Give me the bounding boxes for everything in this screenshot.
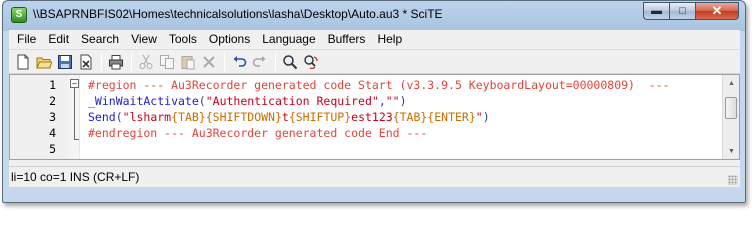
window-title: \\BSAPRNBFIS02\Homes\technicalsolutions\…	[33, 7, 443, 21]
line-number: 4	[49, 126, 56, 140]
paste-icon	[181, 55, 194, 69]
replace-icon	[303, 54, 318, 69]
minimize-button[interactable]: ▬	[643, 2, 669, 20]
line-number: 1	[49, 78, 56, 92]
status-bar: li=10 co=1 INS (CR+LF)	[9, 166, 740, 187]
code-token: "Authentication Required"	[205, 94, 379, 108]
line-number: 3	[49, 110, 56, 124]
code-editor[interactable]: – 1 #region --- Au3Recorder generated cod…	[9, 74, 740, 160]
menu-options[interactable]: Options	[203, 30, 256, 49]
status-text: li=10 co=1 INS (CR+LF)	[11, 170, 140, 184]
code-line[interactable]: 4 #endregion --- Au3Recorder generated co…	[10, 125, 710, 141]
close-button[interactable]: ✕	[695, 2, 739, 20]
code-token: _WinWaitActivate	[88, 94, 199, 108]
code-token: {SHIFTUP}	[288, 110, 352, 124]
code-token: ,	[378, 94, 386, 108]
undo-button[interactable]	[229, 52, 248, 71]
close-icon: ✕	[711, 3, 723, 18]
title-bar[interactable]: S \\BSAPRNBFIS02\Homes\technicalsolution…	[3, 1, 745, 29]
menu-file[interactable]: File	[11, 30, 42, 49]
copy-button[interactable]	[157, 52, 176, 71]
copy-icon	[159, 54, 174, 69]
code-token: ""	[385, 94, 400, 108]
replace-button[interactable]	[301, 52, 320, 71]
find-icon	[282, 54, 297, 69]
line-number: 5	[49, 142, 56, 156]
new-file-icon	[17, 54, 28, 69]
scrollbar-thumb[interactable]	[725, 97, 737, 119]
toolbar-separator	[275, 52, 276, 71]
menu-language[interactable]: Language	[256, 30, 321, 49]
code-line[interactable]: 3 Send("lsharm{TAB}{SHIFTDOWN}t{SHIFTUP}e…	[10, 109, 710, 125]
menu-buffers[interactable]: Buffers	[322, 30, 372, 49]
menu-tools[interactable]: Tools	[163, 30, 203, 49]
maximize-button[interactable]: □	[669, 2, 695, 20]
menu-view[interactable]: View	[125, 30, 163, 49]
resize-grip-icon[interactable]	[728, 175, 738, 185]
code-token: (	[115, 110, 123, 124]
code-token: #endregion --- Au3Recorder generated cod…	[88, 126, 428, 140]
scroll-down-icon: ▼	[728, 147, 735, 155]
print-icon	[108, 54, 123, 69]
menu-edit[interactable]: Edit	[42, 30, 75, 49]
toolbar-separator	[131, 52, 132, 71]
code-token: #region --- Au3Recorder generated code S…	[88, 78, 670, 92]
cut-button[interactable]	[136, 52, 155, 71]
scroll-up-icon: ▲	[728, 79, 735, 87]
redo-icon	[252, 55, 265, 67]
code-token: (	[198, 94, 206, 108]
window-controls: ▬ □ ✕	[643, 2, 739, 21]
code-text: _WinWaitActivate("Authentication Require…	[88, 93, 407, 109]
delete-button[interactable]	[199, 52, 218, 71]
print-button[interactable]	[106, 52, 125, 71]
code-line[interactable]: 1 #region --- Au3Recorder generated code …	[10, 77, 710, 93]
scite-app-icon[interactable]: S	[11, 7, 27, 23]
close-file-icon	[80, 54, 91, 69]
maximize-icon: □	[679, 5, 686, 17]
save-button[interactable]	[55, 52, 74, 71]
code-text: #endregion --- Au3Recorder generated cod…	[88, 125, 427, 141]
code-token: est123	[351, 110, 393, 124]
delete-icon	[202, 55, 215, 68]
code-token: {TAB}{ENTER}	[392, 110, 476, 124]
undo-icon	[233, 55, 246, 67]
code-token: {TAB}{SHIFTDOWN}	[171, 110, 282, 124]
code-token: Send	[88, 110, 116, 124]
menu-help[interactable]: Help	[371, 30, 408, 49]
cut-icon	[139, 54, 152, 69]
redo-button[interactable]	[250, 52, 269, 71]
code-token: t	[281, 110, 289, 124]
paste-button[interactable]	[178, 52, 197, 71]
open-button[interactable]	[34, 52, 53, 71]
scroll-down-button[interactable]: ▼	[724, 143, 739, 159]
scite-window: S \\BSAPRNBFIS02\Homes\technicalsolution…	[2, 0, 746, 203]
menu-bar: File Edit Search View Tools Options Lang…	[9, 30, 740, 49]
code-line[interactable]: 2 _WinWaitActivate("Authentication Requir…	[10, 93, 710, 109]
code-text: Send("lsharm{TAB}{SHIFTDOWN}t{SHIFTUP}es…	[88, 109, 490, 125]
menu-search[interactable]: Search	[75, 30, 125, 49]
scroll-up-button[interactable]: ▲	[724, 75, 739, 91]
code-token: )	[399, 94, 407, 108]
minimize-icon: ▬	[651, 5, 662, 17]
code-text: #region --- Au3Recorder generated code S…	[88, 77, 670, 93]
find-button[interactable]	[280, 52, 299, 71]
save-icon	[57, 54, 72, 69]
code-token: "lsharm	[122, 110, 172, 124]
new-file-button[interactable]	[13, 52, 32, 71]
open-folder-icon	[35, 57, 52, 68]
close-file-button[interactable]	[76, 52, 95, 71]
vertical-scrollbar[interactable]: ▲ ▼	[722, 75, 739, 159]
code-token: "	[475, 110, 483, 124]
code-token: )	[482, 110, 490, 124]
line-number: 2	[49, 94, 56, 108]
toolbar	[9, 49, 740, 73]
toolbar-separator	[101, 52, 102, 71]
toolbar-separator	[224, 52, 225, 71]
code-line[interactable]: 5	[10, 141, 710, 157]
